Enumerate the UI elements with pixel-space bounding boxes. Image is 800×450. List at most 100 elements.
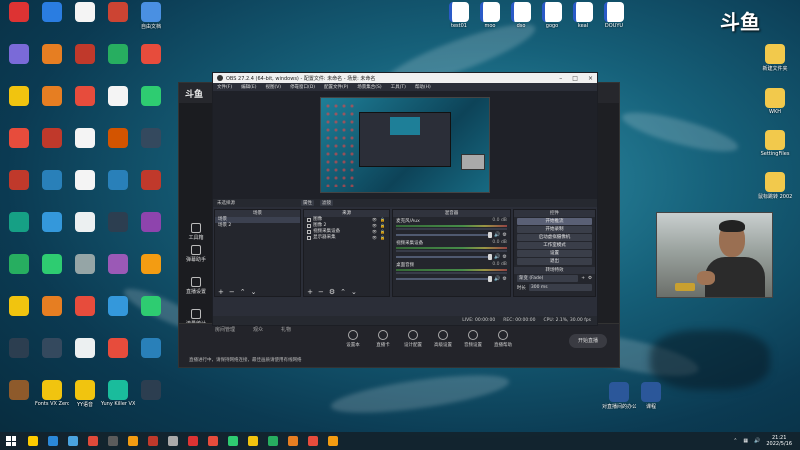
slider-handle[interactable]	[488, 276, 493, 282]
desktop-icon[interactable]	[35, 296, 69, 317]
move-up-icon[interactable]: ⌃	[240, 288, 246, 296]
remove-scene-button[interactable]: −	[229, 288, 235, 296]
add-scene-button[interactable]: +	[218, 288, 224, 296]
sidebar-item-toolbox[interactable]: 工具箱	[181, 223, 211, 241]
taskbar-app-icon[interactable]	[228, 436, 238, 446]
virtual-camera-button[interactable]: 启动虚拟摄像机	[516, 234, 593, 241]
desktop-icon[interactable]	[68, 338, 102, 359]
desktop-icon[interactable]	[101, 44, 135, 65]
start-recording-button[interactable]: 开始录制	[516, 226, 593, 233]
desktop-icon[interactable]	[101, 86, 135, 107]
desktop-icon[interactable]: 自由文档	[134, 2, 168, 30]
properties-button[interactable]: 属性	[301, 200, 314, 206]
desktop-icon[interactable]	[134, 296, 168, 317]
taskbar-app-icon[interactable]	[308, 436, 318, 446]
speaker-icon[interactable]: 🔊	[494, 254, 500, 260]
tool-4[interactable]: 高级设置	[429, 330, 457, 348]
desktop-icon[interactable]	[134, 86, 168, 107]
add-transition-button[interactable]: +	[581, 276, 585, 281]
desktop-icon[interactable]	[134, 254, 168, 275]
taskbar-app-icon[interactable]	[288, 436, 298, 446]
windows-start-icon[interactable]	[6, 436, 16, 446]
desktop-icon[interactable]	[2, 2, 36, 23]
desktop-file-icon[interactable]: gogo	[535, 2, 569, 29]
desktop-icon[interactable]	[134, 212, 168, 233]
desktop-folder-icon[interactable]: 鼠标跳转 2002	[758, 172, 792, 200]
desktop-icon[interactable]	[68, 2, 102, 23]
speaker-icon[interactable]: 🔊	[494, 276, 500, 282]
maximize-icon[interactable]: □	[572, 75, 578, 82]
desktop-icon[interactable]	[35, 44, 69, 65]
desktop-icon[interactable]	[101, 212, 135, 233]
taskbar-app-icon[interactable]	[248, 436, 258, 446]
minimize-icon[interactable]: –	[559, 75, 562, 82]
desktop-icon[interactable]	[2, 44, 36, 65]
volume-slider[interactable]	[396, 232, 493, 238]
taskbar-app-icon[interactable]	[268, 436, 278, 446]
tool-1[interactable]: 设置本	[339, 330, 367, 348]
desktop-icon[interactable]: Yuny Killer VX	[101, 380, 135, 407]
tool-5[interactable]: 音频设置	[459, 330, 487, 348]
remove-source-button[interactable]: −	[318, 288, 324, 296]
menu-tools[interactable]: 工具(T)	[391, 84, 406, 90]
desktop-folder-icon[interactable]: WKH	[758, 88, 792, 115]
scene-item[interactable]: 场景 2	[215, 223, 300, 229]
taskbar-app-icon[interactable]	[108, 436, 118, 446]
start-streaming-button[interactable]: 开始推流	[516, 218, 593, 225]
taskbar-app-icon[interactable]	[128, 436, 138, 446]
desktop-icon[interactable]	[2, 128, 36, 149]
taskbar-app-icon[interactable]	[28, 436, 38, 446]
desktop-icon[interactable]	[134, 380, 168, 401]
desktop-folder-icon[interactable]: SettingFiles	[758, 130, 792, 157]
tab-gifts[interactable]: 礼物	[281, 326, 291, 333]
move-down-icon[interactable]: ⌄	[251, 288, 257, 296]
desktop-icon[interactable]	[35, 338, 69, 359]
desktop-icon[interactable]	[35, 170, 69, 191]
desktop-icon[interactable]: Fonts VX ZeroJudi	[35, 380, 69, 407]
tab-audience[interactable]: 观众	[253, 326, 263, 333]
move-up-icon[interactable]: ⌃	[340, 288, 346, 296]
desktop-icon[interactable]	[101, 128, 135, 149]
desktop-icon[interactable]	[134, 338, 168, 359]
gear-icon[interactable]: ⚙	[502, 232, 506, 238]
menu-view[interactable]: 视图(V)	[265, 84, 281, 90]
desktop-icon[interactable]	[68, 212, 102, 233]
network-icon[interactable]: ▦	[743, 438, 748, 444]
slider-handle[interactable]	[488, 254, 493, 260]
desktop-icon[interactable]	[134, 170, 168, 191]
volume-slider[interactable]	[396, 276, 493, 282]
desktop-icon[interactable]: YY语音	[68, 380, 102, 408]
tab-room[interactable]: 房间管理	[215, 326, 235, 333]
desktop-folder-icon[interactable]: 新建文件夹	[758, 44, 792, 72]
tool-3[interactable]: 设计配置	[399, 330, 427, 348]
desktop-icon[interactable]	[35, 128, 69, 149]
filters-button[interactable]: 滤镜	[320, 200, 333, 206]
obs-titlebar[interactable]: OBS 27.2.4 (64-bit, windows) - 配置文件: 未命名…	[213, 73, 597, 83]
clock[interactable]: 21:21 2022/5/16	[766, 435, 792, 447]
studio-mode-button[interactable]: 工作室模式	[516, 242, 593, 249]
menu-help[interactable]: 帮助(H)	[415, 84, 431, 90]
desktop-icon[interactable]	[2, 212, 36, 233]
desktop-icon[interactable]	[68, 170, 102, 191]
desktop-icon[interactable]	[68, 296, 102, 317]
gear-icon[interactable]: ⚙	[502, 254, 506, 260]
visibility-lock-icons[interactable]: 👁 🔒	[372, 235, 386, 241]
taskbar-app-icon[interactable]	[48, 436, 58, 446]
desktop-icon[interactable]	[2, 296, 36, 317]
volume-icon[interactable]: 🔊	[754, 438, 760, 444]
gear-icon[interactable]: ⚙	[502, 276, 506, 282]
taskbar-app-icon[interactable]	[148, 436, 158, 446]
chevron-up-icon[interactable]: ⌃	[733, 438, 737, 444]
desktop-icon[interactable]	[35, 2, 69, 23]
sidebar-item-settings[interactable]: 直播设置	[181, 277, 211, 295]
volume-slider[interactable]	[396, 254, 493, 260]
taskbar-app-icon[interactable]	[88, 436, 98, 446]
desktop-icon[interactable]	[2, 170, 36, 191]
desktop-icon[interactable]	[101, 296, 135, 317]
source-item[interactable]: 显示器采集 👁 🔒	[304, 235, 389, 241]
desktop-icon[interactable]	[101, 254, 135, 275]
taskbar-app-icon[interactable]	[168, 436, 178, 446]
menu-profile[interactable]: 配置文件(P)	[324, 84, 348, 90]
desktop-file-icon[interactable]: keal	[566, 2, 600, 29]
desktop-file-icon[interactable]: dso	[504, 2, 538, 29]
